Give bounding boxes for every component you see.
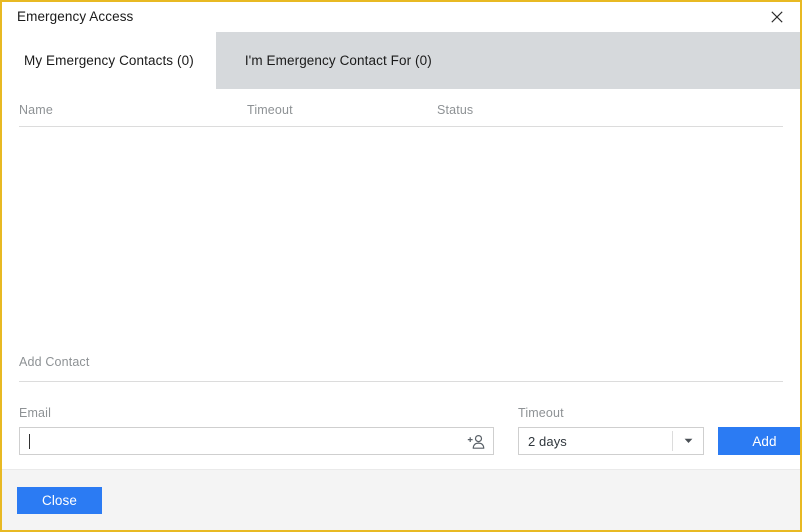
email-input[interactable] — [20, 428, 493, 454]
tab-my-emergency-contacts[interactable]: My Emergency Contacts (0) — [2, 32, 216, 89]
tab-label: I'm Emergency Contact For (0) — [244, 53, 432, 68]
contacts-list-empty — [19, 127, 783, 353]
add-contact-title: Add Contact — [19, 355, 90, 369]
add-contact-button[interactable]: Add — [718, 427, 800, 455]
chevron-down-icon[interactable] — [673, 438, 703, 444]
contacts-table-header: Name Timeout Status — [19, 89, 783, 127]
tab-label: My Emergency Contacts (0) — [24, 53, 194, 68]
add-user-icon[interactable] — [466, 432, 486, 452]
close-window-button[interactable] — [754, 2, 800, 32]
dialog-footer: Close — [2, 469, 800, 530]
emergency-access-dialog: Emergency Access My Emergency Contacts (… — [0, 0, 802, 532]
tab-panel-my-emergency-contacts: Name Timeout Status Add Contact Email Ti… — [2, 89, 800, 469]
close-dialog-button[interactable]: Close — [17, 486, 102, 514]
close-icon — [771, 11, 783, 23]
timeout-selected-value: 2 days — [528, 433, 567, 449]
column-header-timeout: Timeout — [247, 103, 293, 117]
column-header-status: Status — [437, 103, 474, 117]
tab-strip: My Emergency Contacts (0) I'm Emergency … — [2, 32, 800, 89]
timeout-select[interactable]: 2 days — [518, 427, 704, 455]
text-caret — [29, 434, 30, 449]
timeout-field-group: Timeout 2 days — [518, 406, 704, 455]
column-header-name: Name — [19, 103, 53, 117]
content-bottom-spacer — [19, 455, 783, 469]
email-label: Email — [19, 406, 52, 420]
titlebar: Emergency Access — [2, 2, 800, 32]
timeout-label: Timeout — [518, 406, 564, 420]
add-contact-form: Email Timeout 2 days Add — [19, 382, 800, 455]
tab-im-emergency-contact-for[interactable]: I'm Emergency Contact For (0) — [216, 32, 461, 89]
window-title: Emergency Access — [17, 9, 134, 25]
email-field-group: Email — [19, 406, 494, 455]
add-contact-section-header: Add Contact — [19, 353, 783, 382]
email-input-wrapper[interactable] — [19, 427, 494, 455]
